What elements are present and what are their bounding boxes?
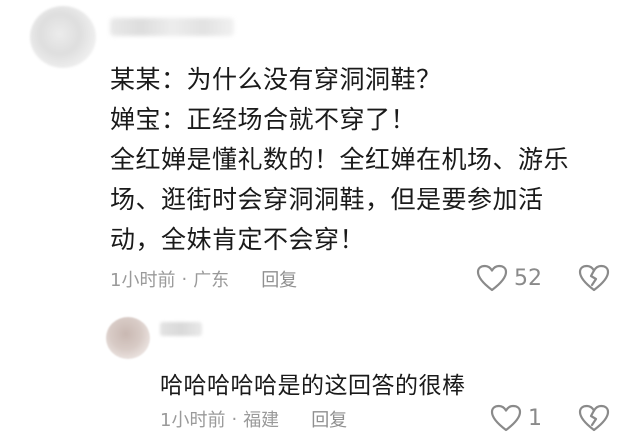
heart-icon bbox=[490, 404, 522, 432]
heart-icon bbox=[476, 264, 508, 292]
avatar[interactable] bbox=[30, 6, 96, 68]
separator-dot: · bbox=[181, 268, 188, 290]
reply-meta: 1小时前 · 福建 回复 bbox=[160, 406, 347, 432]
reply-like-count: 1 bbox=[528, 405, 542, 431]
like-button[interactable]: 52 bbox=[476, 264, 542, 292]
reply-avatar[interactable] bbox=[106, 317, 150, 359]
comment-text: 某某：为什么没有穿洞洞鞋？ 婵宝：正经场合就不穿了！ 全红婵是懂礼数的！全红婵在… bbox=[110, 60, 620, 260]
comment-line: 动，全妹肯定不会穿！ bbox=[110, 225, 366, 254]
dislike-button[interactable] bbox=[578, 264, 610, 296]
like-count: 52 bbox=[514, 265, 542, 291]
reply-username-blurred[interactable] bbox=[160, 322, 202, 336]
reply-like-button[interactable]: 1 bbox=[490, 404, 542, 432]
reply-time: 1小时前 bbox=[160, 410, 226, 431]
broken-heart-icon bbox=[578, 264, 610, 296]
separator-dot: · bbox=[231, 408, 238, 430]
reply-location: 福建 bbox=[243, 410, 280, 431]
broken-heart-icon bbox=[578, 404, 610, 436]
comment-meta: 1小时前 · 广东 回复 bbox=[110, 266, 297, 292]
reply-dislike-button[interactable] bbox=[578, 404, 610, 436]
comment-line: 某某：为什么没有穿洞洞鞋？ bbox=[110, 65, 442, 94]
reply-button[interactable]: 回复 bbox=[261, 266, 297, 292]
comment-time: 1小时前 bbox=[110, 270, 176, 291]
reply-reply-button[interactable]: 回复 bbox=[311, 406, 347, 432]
comment-line: 婵宝：正经场合就不穿了！ bbox=[110, 105, 417, 134]
comment-line: 场、逛街时会穿洞洞鞋，但是要参加活 bbox=[110, 185, 544, 214]
comment-line: 全红婵是懂礼数的！全红婵在机场、游乐 bbox=[110, 145, 570, 174]
comment-location: 广东 bbox=[193, 270, 230, 291]
reply-text: 哈哈哈哈哈是的这回答的很棒 bbox=[160, 373, 466, 399]
username-blurred[interactable] bbox=[110, 18, 234, 36]
